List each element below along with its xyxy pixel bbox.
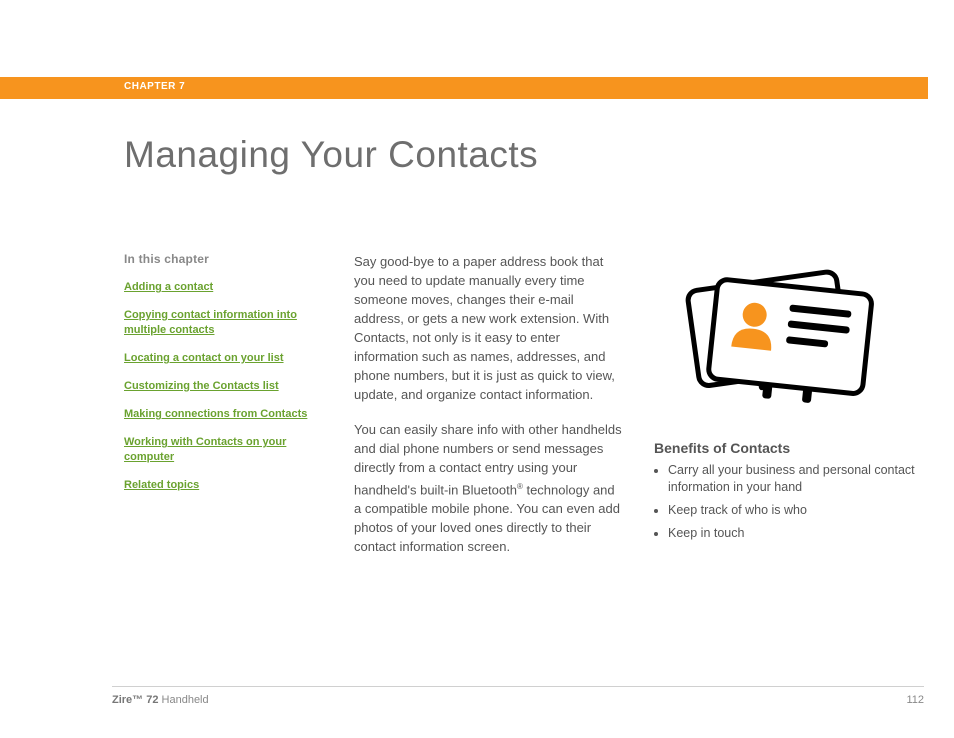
toc-link-copying-contact-info[interactable]: Copying contact information into multipl… bbox=[124, 308, 314, 338]
toc-link-making-connections[interactable]: Making connections from Contacts bbox=[124, 407, 314, 422]
benefit-item-2: Keep track of who is who bbox=[668, 502, 928, 519]
toc-link-working-on-computer[interactable]: Working with Contacts on your computer bbox=[124, 435, 314, 465]
body-text-column: Say good-bye to a paper address book tha… bbox=[354, 252, 624, 572]
footer-page-number: 112 bbox=[906, 694, 924, 706]
toc-link-customizing-list[interactable]: Customizing the Contacts list bbox=[124, 379, 314, 394]
benefit-item-1: Carry all your business and personal con… bbox=[668, 462, 928, 496]
footer-product-name: Zire™ 72 bbox=[112, 694, 158, 706]
footer-rule bbox=[112, 686, 924, 687]
toc-link-locating-contact[interactable]: Locating a contact on your list bbox=[124, 351, 314, 366]
page-footer: Zire™ 72 Handheld 112 bbox=[112, 694, 924, 706]
page-title: Managing Your Contacts bbox=[124, 134, 538, 176]
intro-paragraph-2: You can easily share info with other han… bbox=[354, 420, 624, 556]
toc-link-adding-contact[interactable]: Adding a contact bbox=[124, 280, 314, 295]
chapter-label: CHAPTER 7 bbox=[124, 81, 185, 92]
chapter-header-bar: CHAPTER 7 bbox=[0, 77, 928, 99]
intro-paragraph-1: Say good-bye to a paper address book tha… bbox=[354, 252, 624, 404]
benefits-list: Carry all your business and personal con… bbox=[654, 462, 928, 542]
right-column: Benefits of Contacts Carry all your busi… bbox=[654, 252, 928, 548]
benefit-item-3: Keep in touch bbox=[668, 525, 928, 542]
in-this-chapter-heading: In this chapter bbox=[124, 252, 314, 266]
contact-card-illustration bbox=[664, 252, 884, 422]
benefits-heading: Benefits of Contacts bbox=[654, 440, 928, 456]
in-this-chapter-sidebar: In this chapter Adding a contact Copying… bbox=[124, 252, 314, 506]
toc-link-related-topics[interactable]: Related topics bbox=[124, 478, 314, 493]
footer-product-rest: Handheld bbox=[158, 694, 208, 706]
